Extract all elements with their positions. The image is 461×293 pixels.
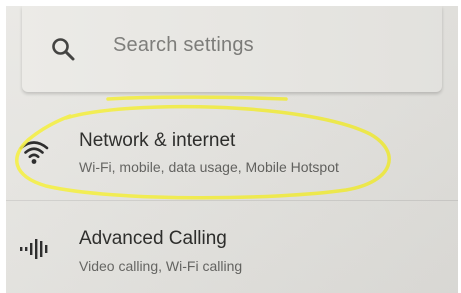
search-input[interactable]: Search settings (113, 34, 254, 57)
wifi-icon (19, 141, 49, 164)
settings-item-advanced-calling[interactable]: Advanced Calling Video calling, Wi-Fi ca… (6, 206, 458, 286)
advanced-calling-title: Advanced Calling (79, 228, 227, 249)
search-bar[interactable]: Search settings (22, 6, 442, 92)
network-internet-subtitle: Wi-Fi, mobile, data usage, Mobile Hotspo… (79, 159, 339, 175)
search-icon (52, 38, 75, 61)
network-internet-title: Network & internet (79, 130, 236, 151)
advanced-calling-icon (20, 239, 48, 259)
advanced-calling-subtitle: Video calling, Wi-Fi calling (79, 258, 243, 274)
settings-item-network-internet[interactable]: Network & internet Wi-Fi, mobile, data u… (6, 110, 458, 200)
row-divider (6, 200, 458, 201)
settings-screen-photo: Search settings Network & internet Wi-Fi… (6, 6, 458, 293)
